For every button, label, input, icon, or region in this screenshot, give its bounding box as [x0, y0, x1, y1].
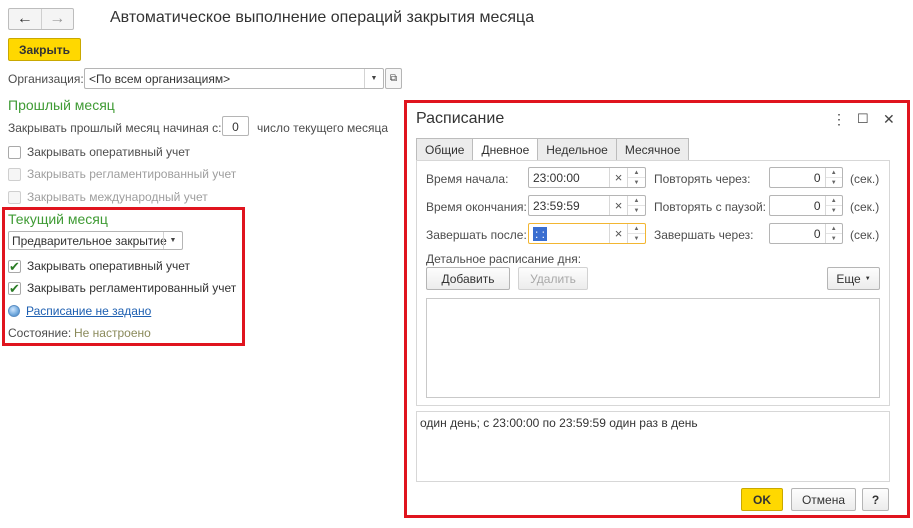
arrow-left-icon: ←: [16, 10, 33, 27]
highlight-frame-schedule-dialog: [404, 100, 910, 518]
close-button[interactable]: Закрыть: [8, 38, 81, 61]
close-from-day-input[interactable]: 0: [222, 116, 249, 136]
back-button[interactable]: ←: [9, 9, 42, 29]
close-from-suffix: число текущего месяца: [257, 121, 389, 135]
organization-field[interactable]: <По всем организациям>: [84, 68, 384, 89]
prev-regulated-checkbox-row: Закрывать регламентированный учет: [8, 167, 236, 181]
forward-button[interactable]: →: [42, 9, 74, 29]
navigation-buttons: ← →: [8, 8, 74, 30]
page-title: Автоматическое выполнение операций закры…: [110, 9, 535, 26]
prev-regulated-checkbox: [8, 167, 21, 181]
organization-dropdown-button[interactable]: ▼: [364, 69, 383, 88]
prev-international-label: Закрывать международный учет: [27, 190, 208, 204]
prev-regulated-label: Закрывать регламентированный учет: [27, 167, 237, 181]
close-from-label: Закрывать прошлый месяц начиная с:: [8, 121, 222, 135]
previous-month-heading: Прошлый месяц: [8, 97, 115, 113]
organization-label: Организация:: [8, 72, 84, 86]
prev-operational-checkbox-row[interactable]: Закрывать оперативный учет: [8, 145, 190, 159]
prev-operational-checkbox[interactable]: [8, 145, 21, 159]
open-window-icon: ⧉: [389, 73, 398, 84]
triangle-down-icon: ▼: [370, 75, 378, 82]
highlight-frame-current-month: [2, 207, 245, 346]
arrow-right-icon: →: [49, 10, 66, 27]
prev-operational-label: Закрывать оперативный учет: [27, 145, 191, 159]
prev-international-checkbox: [8, 190, 21, 204]
organization-open-button[interactable]: ⧉: [385, 68, 402, 89]
prev-international-checkbox-row: Закрывать международный учет: [8, 190, 208, 204]
